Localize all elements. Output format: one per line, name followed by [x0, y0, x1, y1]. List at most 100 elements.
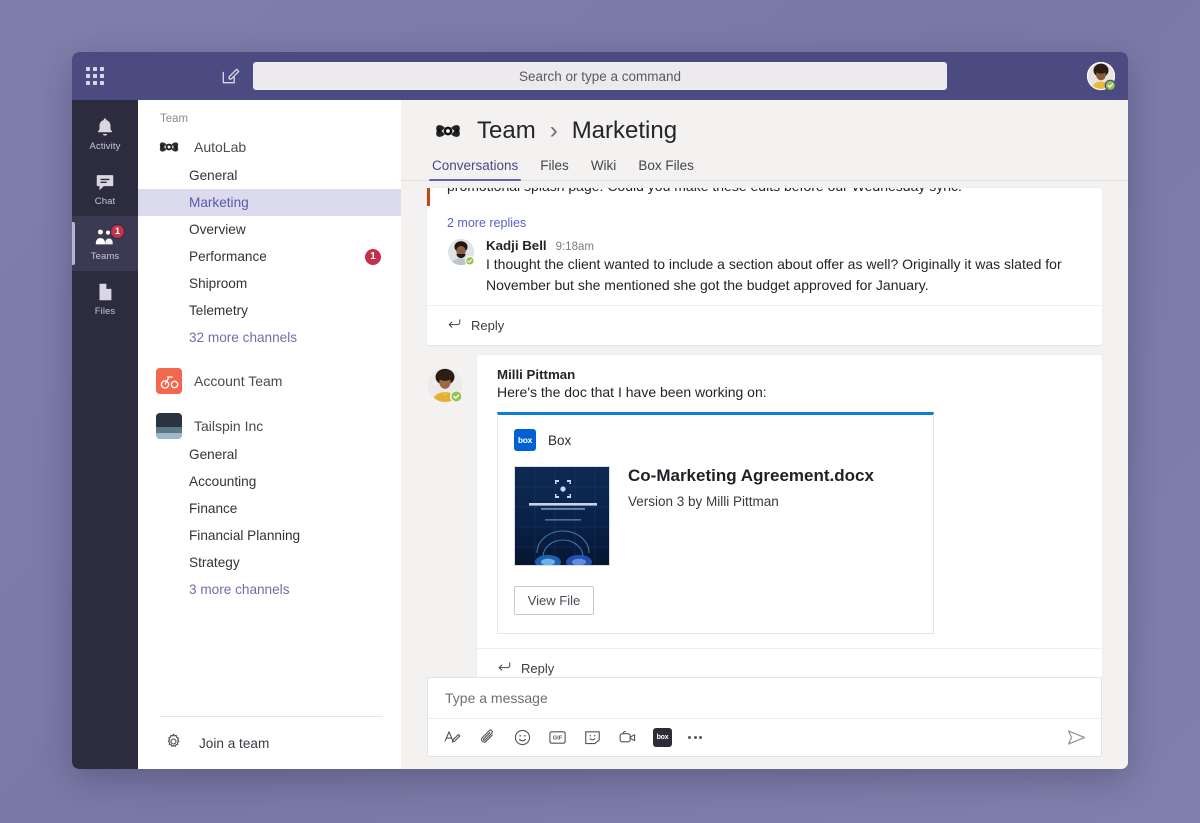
message-author: Milli Pittman	[497, 367, 1082, 382]
autolab-logo-icon-large	[431, 114, 465, 148]
account-team-logo-icon	[156, 368, 182, 394]
file-name: Co-Marketing Agreement.docx	[628, 466, 874, 486]
sticker-icon[interactable]	[583, 728, 602, 747]
app-rail: Activity Chat	[72, 100, 138, 769]
channel-label: Finance	[189, 501, 237, 516]
view-file-button[interactable]: View File	[514, 586, 594, 615]
message-meta: Kadji Bell 9:18am	[486, 238, 1082, 253]
app-grid-icon[interactable]	[78, 67, 112, 85]
teams-unread-badge: 1	[110, 224, 125, 239]
main-content: Team › Marketing Conversations Files Wik…	[401, 100, 1128, 769]
team-row-account-team[interactable]: Account Team	[138, 365, 401, 396]
reply-arrow-icon	[497, 659, 512, 677]
team-name: AutoLab	[194, 139, 246, 155]
tab-files[interactable]: Files	[539, 158, 570, 180]
message-author: Kadji Bell	[486, 238, 547, 253]
join-a-team-label: Join a team	[199, 736, 269, 751]
channel-finance[interactable]: Finance	[138, 495, 401, 522]
channel-label: Shiproom	[189, 276, 247, 291]
team-name: Tailspin Inc	[194, 418, 263, 434]
channel-label: Strategy	[189, 555, 240, 570]
clipped-message: promotional splash page. Could you make …	[427, 188, 1102, 206]
breadcrumb-team[interactable]: Team	[477, 117, 536, 145]
tab-label: Box Files	[638, 158, 694, 173]
window-body: Activity Chat	[72, 100, 1128, 769]
conversation-feed[interactable]: promotional splash page. Could you make …	[401, 181, 1128, 677]
box-attachment-card[interactable]: box Box	[497, 412, 934, 634]
box-card-header: box Box	[498, 415, 933, 451]
document-thumbnail[interactable]	[514, 466, 610, 566]
avatar[interactable]	[447, 238, 475, 266]
message-placeholder: Type a message	[445, 690, 548, 706]
channel-shiproom[interactable]: Shiproom	[138, 270, 401, 297]
channel-unread-badge: 1	[365, 249, 381, 265]
more-channels-label: 32 more channels	[189, 330, 297, 345]
more-replies-link[interactable]: 2 more replies	[427, 206, 1102, 234]
channel-financial-planning[interactable]: Financial Planning	[138, 522, 401, 549]
gear-icon	[164, 732, 183, 754]
message-text: Here's the doc that I have been working …	[497, 384, 1082, 400]
channel-overview[interactable]: Overview	[138, 216, 401, 243]
channel-label: Marketing	[189, 195, 249, 210]
avatar[interactable]	[427, 367, 463, 403]
join-a-team-button[interactable]: Join a team	[160, 717, 383, 769]
channel-general-autolab[interactable]: General	[138, 162, 401, 189]
breadcrumb: Team › Marketing	[401, 114, 1128, 148]
file-version-meta: Version 3 by Milli Pittman	[628, 494, 874, 509]
box-app-icon[interactable]: box	[653, 728, 672, 747]
reply-button[interactable]: Reply	[477, 648, 1102, 677]
channel-header: Team › Marketing Conversations Files Wik…	[401, 100, 1128, 181]
avatar[interactable]	[1086, 61, 1116, 91]
attach-icon[interactable]	[478, 728, 497, 747]
team-row-tailspin[interactable]: Tailspin Inc	[138, 410, 401, 441]
chat-icon	[94, 171, 116, 193]
message-reply: Kadji Bell 9:18am I thought the client w…	[427, 234, 1102, 296]
box-file-info: Co-Marketing Agreement.docx Version 3 by…	[628, 466, 874, 566]
sidebar-item-teams[interactable]: 1 Teams	[72, 216, 138, 271]
emoji-icon[interactable]	[513, 728, 532, 747]
page-title: Marketing	[572, 117, 677, 145]
top-bar: Search or type a command	[72, 52, 1128, 100]
sidebar-item-label: Activity	[90, 141, 121, 152]
message-body: Milli Pittman Here's the doc that I have…	[477, 355, 1102, 634]
more-options-icon[interactable]	[688, 736, 702, 739]
team-row-autolab[interactable]: AutoLab	[138, 131, 401, 162]
message-thread-2: Milli Pittman Here's the doc that I have…	[427, 355, 1102, 677]
channel-label: General	[189, 447, 237, 462]
reply-button[interactable]: Reply	[427, 305, 1102, 345]
channel-label: Overview	[189, 222, 246, 237]
breadcrumb-separator: ›	[550, 117, 558, 145]
tailspin-logo-icon	[156, 413, 182, 439]
svg-text:GIF: GIF	[553, 736, 563, 742]
sidebar-item-activity[interactable]: Activity	[72, 106, 138, 161]
reply-label: Reply	[471, 318, 504, 333]
search-input[interactable]: Search or type a command	[253, 62, 947, 90]
composer-area: Type a message	[401, 677, 1128, 769]
bell-icon	[94, 116, 116, 138]
more-channels-autolab[interactable]: 32 more channels	[138, 324, 401, 351]
channel-marketing[interactable]: Marketing	[138, 189, 401, 216]
gif-icon[interactable]: GIF	[548, 728, 567, 747]
sidebar-item-files[interactable]: Files	[72, 271, 138, 326]
meet-now-icon[interactable]	[618, 728, 637, 747]
channel-accounting[interactable]: Accounting	[138, 468, 401, 495]
more-channels-label: 3 more channels	[189, 582, 290, 597]
box-logo-icon: box	[514, 429, 536, 451]
channel-label: Telemetry	[189, 303, 248, 318]
tab-box-files[interactable]: Box Files	[637, 158, 695, 180]
message-text: I thought the client wanted to include a…	[486, 254, 1082, 296]
tab-conversations[interactable]: Conversations	[431, 158, 519, 180]
channel-telemetry[interactable]: Telemetry	[138, 297, 401, 324]
channel-performance[interactable]: Performance 1	[138, 243, 401, 270]
channel-strategy[interactable]: Strategy	[138, 549, 401, 576]
channel-general-tailspin[interactable]: General	[138, 441, 401, 468]
sidebar-item-chat[interactable]: Chat	[72, 161, 138, 216]
new-chat-icon[interactable]	[220, 66, 240, 86]
format-icon[interactable]	[443, 728, 462, 747]
send-icon[interactable]	[1066, 727, 1087, 748]
tab-wiki[interactable]: Wiki	[590, 158, 618, 180]
more-channels-tailspin[interactable]: 3 more channels	[138, 576, 401, 603]
message-input[interactable]: Type a message	[428, 678, 1101, 719]
teams-sidebar: Team	[138, 100, 401, 769]
message-body: Kadji Bell 9:18am I thought the client w…	[486, 238, 1082, 296]
